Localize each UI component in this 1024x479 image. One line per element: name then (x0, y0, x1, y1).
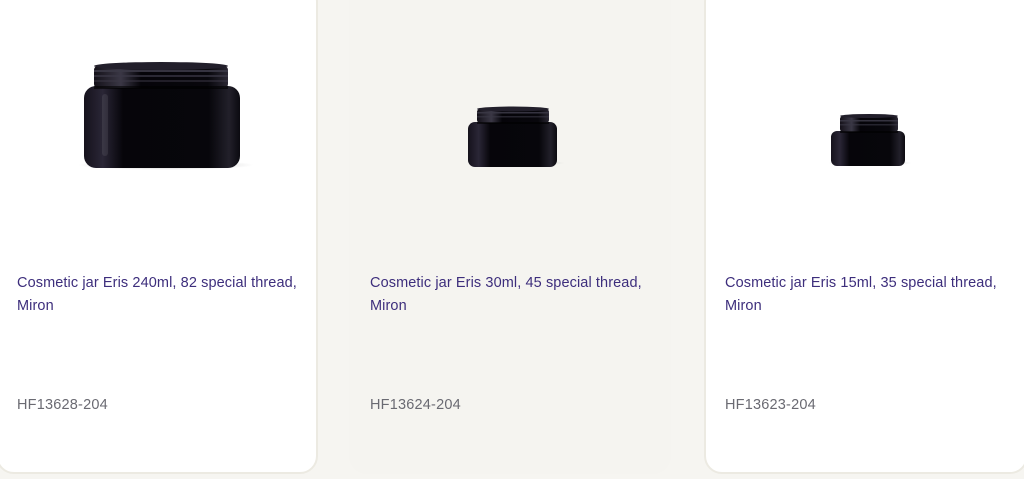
product-image[interactable] (351, 0, 669, 216)
product-card[interactable]: Cosmetic jar Eris 30ml, 45 special threa… (349, 0, 671, 474)
product-title[interactable]: Cosmetic jar Eris 30ml, 45 special threa… (370, 272, 660, 318)
product-sku: HF13623-204 (725, 397, 816, 413)
jar-icon (78, 62, 254, 170)
product-card[interactable]: Cosmetic jar Eris 240ml, 82 special thre… (0, 0, 318, 474)
product-card[interactable]: Cosmetic jar Eris 15ml, 35 special threa… (704, 0, 1024, 474)
jar-icon (468, 106, 565, 167)
product-image[interactable] (706, 0, 1024, 216)
product-image[interactable] (0, 0, 316, 216)
jar-icon (828, 114, 912, 166)
product-title[interactable]: Cosmetic jar Eris 15ml, 35 special threa… (725, 272, 1015, 318)
product-grid: Cosmetic jar Eris 240ml, 82 special thre… (0, 0, 1024, 479)
product-sku: HF13628-204 (17, 397, 108, 413)
product-sku: HF13624-204 (370, 397, 461, 413)
product-title[interactable]: Cosmetic jar Eris 240ml, 82 special thre… (17, 272, 307, 318)
